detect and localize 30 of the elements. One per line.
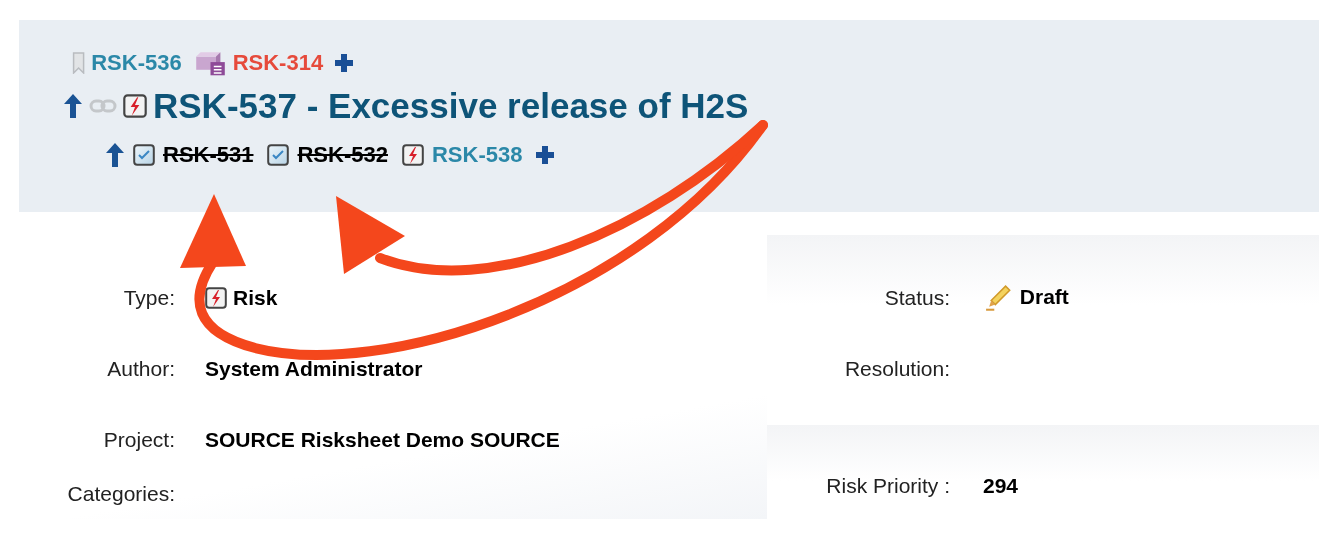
item-title: RSK-537 - Excessive release of H2S	[153, 86, 749, 126]
field-value: SOURCE Risksheet Demo SOURCE	[205, 428, 560, 452]
checked-task-icon	[267, 144, 290, 166]
risk-icon	[401, 144, 424, 166]
item-link[interactable]: RSK-538	[431, 142, 523, 168]
field-label: Project:	[102, 428, 175, 452]
field-label: Resolution:	[843, 356, 950, 381]
field-value: System Administrator	[205, 356, 423, 381]
up-arrow-icon[interactable]	[105, 142, 125, 168]
field-label: Risk Priority :	[825, 474, 950, 498]
up-arrow-icon[interactable]	[63, 93, 83, 119]
item-link[interactable]: RSK-532	[297, 142, 388, 168]
chain-link-icon	[89, 99, 117, 113]
field-label: Type:	[122, 285, 175, 310]
field-value: Risk	[233, 285, 278, 310]
risk-icon	[205, 286, 227, 309]
field-label: Categories:	[66, 482, 175, 506]
item-link[interactable]: RSK-536	[91, 50, 182, 76]
item-link[interactable]: RSK-314	[232, 50, 324, 76]
field-value: 294	[983, 474, 1019, 498]
add-icon[interactable]	[335, 54, 354, 72]
risk-icon	[123, 94, 147, 118]
field-label: Author:	[106, 356, 175, 381]
field-value: Draft	[1019, 285, 1069, 310]
add-icon[interactable]	[536, 146, 555, 164]
item-link[interactable]: RSK-531	[163, 142, 254, 168]
checked-task-icon	[133, 144, 155, 166]
field-label: Status:	[883, 285, 950, 310]
package-icon	[193, 49, 227, 77]
bookmark-icon	[72, 52, 86, 74]
